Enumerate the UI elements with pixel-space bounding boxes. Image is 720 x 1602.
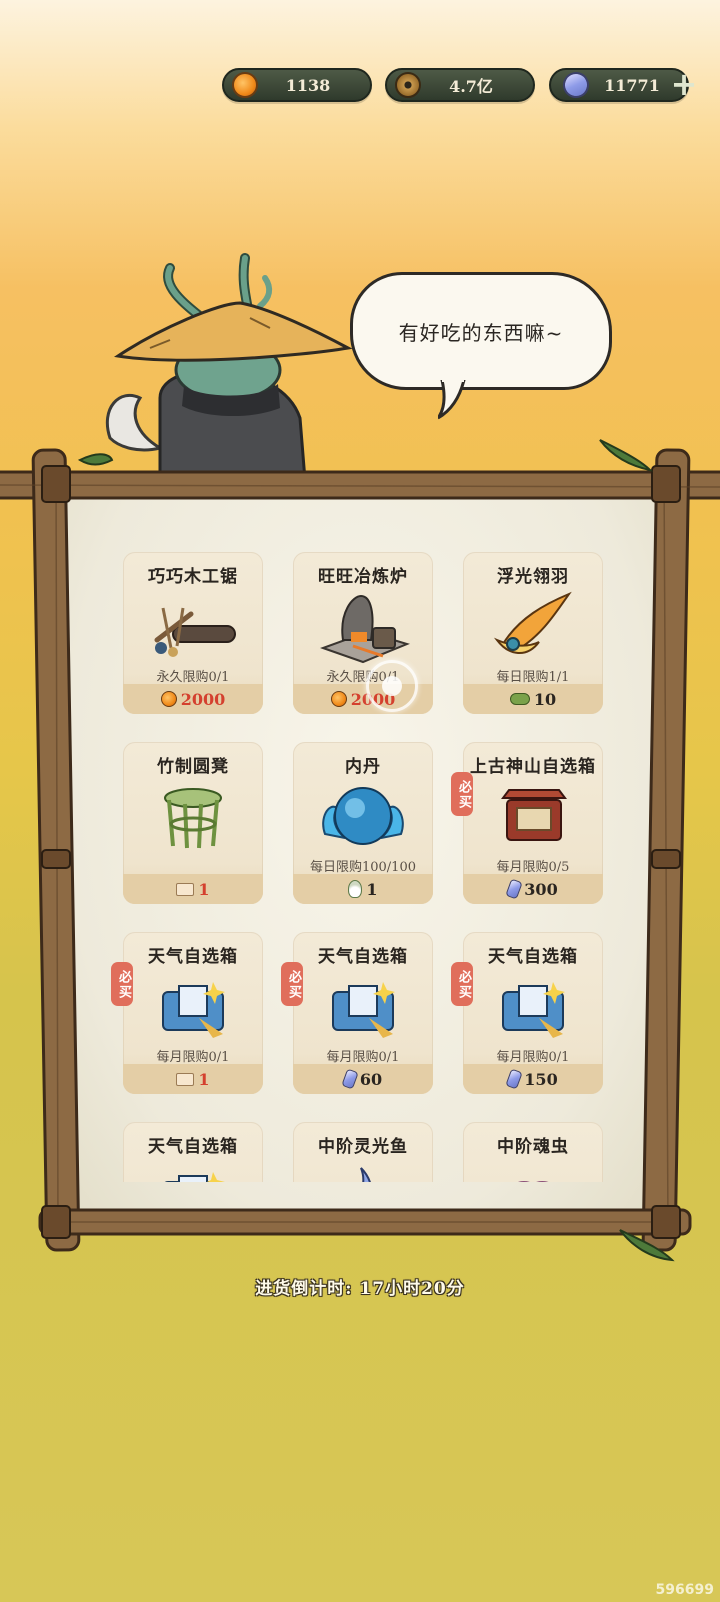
treasure-chest-icon: [501, 789, 567, 841]
speech-text: 有好吃的东西嘛~: [398, 320, 564, 345]
item-price-bar[interactable]: 10: [463, 684, 603, 714]
item-name: 竹制圆凳: [157, 757, 229, 777]
item-price-bar[interactable]: 1: [123, 874, 263, 904]
crystal-icon: [559, 68, 593, 102]
currency-coin[interactable]: 4.7亿: [385, 68, 535, 102]
shop-item-card[interactable]: 天气自选箱 必买 每月限购0/1 150: [451, 932, 603, 1094]
herb-icon: [348, 880, 363, 898]
tap-indicator: [366, 660, 418, 712]
shop-item-card[interactable]: 天气自选箱 必买 每月限购0/1 1: [111, 932, 263, 1094]
must-buy-badge: 必买: [111, 962, 133, 1006]
soul-insect-icon: [518, 1181, 548, 1182]
item-name: 浮光翎羽: [497, 567, 569, 587]
item-price: 150: [524, 1069, 558, 1089]
item-price-bar[interactable]: 1: [293, 874, 433, 904]
smelting-furnace-icon: [320, 594, 410, 664]
item-limit: 每日限购100/100: [309, 860, 416, 875]
item-name: 上古神山自选箱: [470, 757, 596, 777]
shop-item-card[interactable]: 中阶灵光鱼: [293, 1122, 433, 1182]
crystal-icon: [505, 878, 524, 900]
peach-icon: [232, 72, 258, 98]
shop-item-card[interactable]: 上古神山自选箱 必买 每月限购0/5 300: [451, 742, 603, 904]
shop-item-card[interactable]: 内丹 每日限购100/100 1: [293, 742, 433, 904]
weather-chest-icon: [332, 982, 395, 1038]
shop-item-card[interactable]: 天气自选箱: [123, 1122, 263, 1182]
currency-peach-value: 1138: [285, 75, 331, 95]
must-buy-badge: 必买: [281, 962, 303, 1006]
shop-item-card[interactable]: 天气自选箱 必买 每月限购0/1 60: [281, 932, 433, 1094]
restock-countdown: 进货倒计时: 17小时20分: [255, 1279, 465, 1299]
must-buy-badge: 必买: [451, 772, 473, 816]
item-name: 天气自选箱: [148, 947, 238, 967]
feather-icon: [493, 591, 572, 654]
item-limit: 每月限购0/1: [326, 1050, 400, 1065]
shop-item-grid[interactable]: 巧巧木工锯 永久限购0/1 2000 旺旺冶炼炉 永久限购0/1 2000 浮光…: [110, 540, 620, 1182]
item-price-bar[interactable]: 300: [463, 874, 603, 904]
item-price-bar[interactable]: 60: [293, 1064, 433, 1094]
item-price-bar[interactable]: 1: [123, 1064, 263, 1094]
crystal-icon: [341, 1068, 359, 1090]
item-price: 10: [533, 689, 557, 709]
ticket-icon: [176, 882, 195, 896]
weather-chest-icon: [502, 982, 565, 1038]
speech-bubble: 有好吃的东西嘛~: [350, 272, 612, 390]
spirit-fish-icon: [360, 1167, 371, 1182]
item-name: 内丹: [345, 757, 381, 777]
item-limit: 每月限购0/1: [496, 1050, 570, 1065]
item-price: 2000: [180, 689, 226, 709]
item-price-bar[interactable]: 150: [463, 1064, 603, 1094]
wood-saw-icon: [154, 607, 236, 657]
crystal-icon: [505, 1068, 524, 1090]
item-name: 中阶魂虫: [497, 1137, 569, 1157]
add-currency-button[interactable]: +: [666, 68, 702, 102]
item-limit: 每日限购1/1: [496, 670, 570, 685]
inner-elixir-orb-icon: [322, 787, 404, 845]
shop-item-card[interactable]: 中阶魂虫: [463, 1122, 603, 1182]
speech-bubble-tail: [438, 380, 466, 420]
item-price: 1: [366, 879, 378, 899]
shop-item-card[interactable]: 竹制圆凳 1: [123, 742, 263, 904]
item-name: 天气自选箱: [488, 947, 578, 967]
item-limit: 每月限购0/5: [496, 860, 570, 875]
item-name: 中阶灵光鱼: [318, 1137, 408, 1157]
shop-item-card[interactable]: 巧巧木工锯 永久限购0/1 2000: [123, 552, 263, 714]
item-limit: 永久限购0/1: [156, 670, 230, 685]
item-limit: 每月限购0/1: [156, 1050, 230, 1065]
item-price: 60: [359, 1069, 383, 1089]
ticket-icon: [176, 1072, 195, 1086]
item-name: 旺旺冶炼炉: [318, 567, 408, 587]
item-price: 1: [198, 879, 210, 899]
item-price: 300: [524, 879, 558, 899]
currency-peach[interactable]: 1138: [222, 68, 372, 102]
item-price-bar[interactable]: 2000: [123, 684, 263, 714]
must-buy-badge: 必买: [451, 962, 473, 1006]
peach-icon: [330, 691, 347, 707]
peach-icon: [160, 691, 177, 707]
item-name: 天气自选箱: [318, 947, 408, 967]
weather-chest-icon: [164, 1172, 225, 1182]
item-name: 天气自选箱: [148, 1137, 238, 1157]
watermark: 596699: [655, 1582, 714, 1598]
leaf-icon: [509, 693, 530, 705]
shop-item-card[interactable]: 浮光翎羽 每日限购1/1 10: [463, 552, 603, 714]
item-price: 1: [198, 1069, 210, 1089]
bamboo-stool-icon: [164, 788, 222, 849]
weather-chest-icon: [162, 982, 225, 1038]
item-name: 巧巧木工锯: [148, 567, 238, 587]
copper-coin-icon: [395, 72, 421, 98]
currency-coin-value: 4.7亿: [449, 77, 493, 96]
